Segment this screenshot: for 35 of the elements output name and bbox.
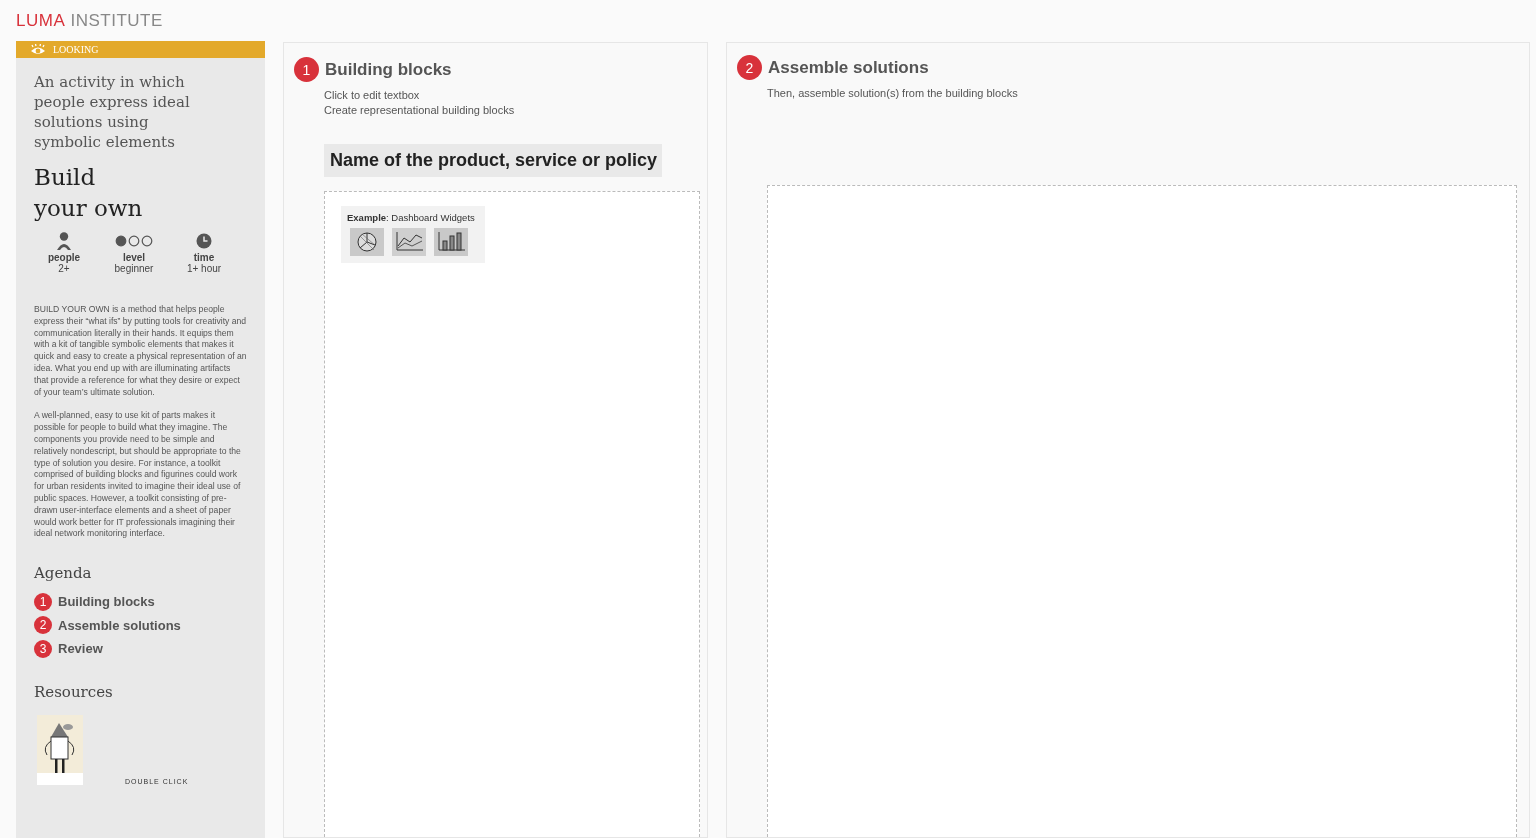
instruction-text[interactable]: Create representational building blocks <box>324 103 707 118</box>
stat-label: time <box>193 252 215 263</box>
clock-icon <box>196 232 212 250</box>
description-paragraph: BUILD YOUR OWN is a method that helps people express their “what ifs” by putting tools for creativity and communication literally in their hands. It equips them with a kit of tangible symbolic elements that makes it quick and easy to create a physical representation of an idea. What you end up with are illuminating artifacts that provide a reference for what they desire or expect of your team’s ultimate solution. <box>34 304 247 399</box>
instruction-text[interactable]: Then, assemble solution(s) from the building blocks <box>767 86 1529 101</box>
bar-chart-sketch-icon <box>434 228 468 256</box>
drop-area[interactable]: Example: Dashboard Widgets <box>324 191 700 837</box>
agenda-heading: Agenda <box>34 564 93 583</box>
stat-label: people <box>47 252 81 263</box>
panel-title: Building blocks <box>325 59 452 80</box>
stat-value: beginner <box>114 263 154 274</box>
stat-label: level <box>122 252 146 263</box>
example-caption: Example: Dashboard Widgets <box>347 212 475 223</box>
stat-value: 1+ hour <box>186 263 222 274</box>
summary-text: An activity in which people express ideal solutions using symbolic elements <box>34 72 191 152</box>
agenda-item[interactable]: Building blocks <box>58 594 155 610</box>
stat-value: 2+ <box>58 263 70 274</box>
step-number-badge: 3 <box>34 639 52 658</box>
product-name-textbox[interactable]: Name of the product, service or policy <box>324 144 662 177</box>
step-number-badge: 1 <box>34 592 52 611</box>
logo: LUMA INSTITUTE <box>16 9 164 32</box>
step-number-badge: 2 <box>737 55 762 80</box>
agenda-item[interactable]: Review <box>58 641 103 657</box>
resources-heading: Resources <box>34 682 114 701</box>
description-paragraph: A well-planned, easy to use kit of parts makes it possible for people to build what they imagine. The components you provide need to be simple and relatively nondescript, but should be appropriate to the type of solution you desire. For instance, a toolkit comprised of building blocks and figurines could work for urban residents invited to imagine their ideal use of public spaces. However, a toolkit consisting of pre-drawn user-interface elements and a sheet of paper would work better for IT professionals imagining their ideal network monitoring interface. <box>34 410 242 541</box>
panel-title: Assemble solutions <box>768 57 929 78</box>
category-label: LOOKING <box>53 44 99 55</box>
step-number-badge: 2 <box>34 616 52 635</box>
person-icon <box>56 232 72 250</box>
instruction-text[interactable]: Click to edit textbox <box>324 88 707 103</box>
line-chart-sketch-icon <box>392 228 426 256</box>
pie-chart-sketch-icon <box>350 228 384 256</box>
step-number-badge: 1 <box>294 57 319 82</box>
agenda-item[interactable]: Assemble solutions <box>58 617 181 633</box>
method-title: Build your own <box>34 163 144 223</box>
